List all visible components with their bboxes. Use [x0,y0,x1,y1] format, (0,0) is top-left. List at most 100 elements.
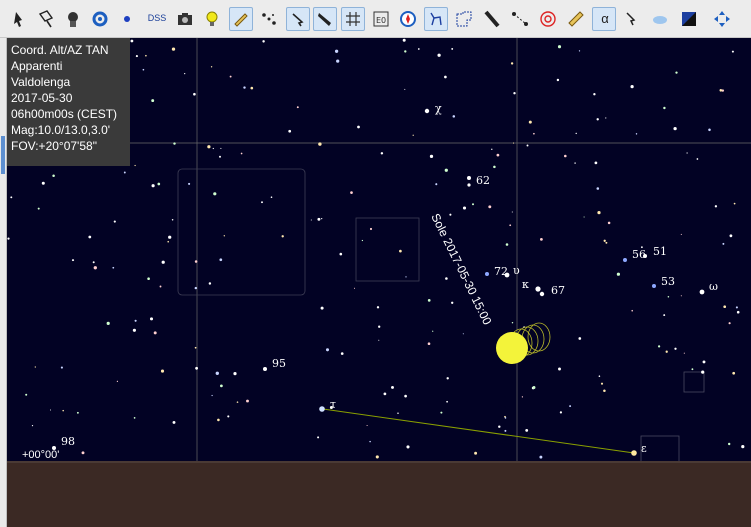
field-star [521,396,524,398]
field-star [211,394,213,397]
field-star [513,92,516,95]
pencil-icon [234,13,248,27]
field-star [213,192,217,196]
ecliptic-button[interactable] [508,7,532,31]
star-56[interactable] [623,258,627,262]
target-button[interactable] [536,7,560,31]
field-star [184,73,186,75]
field-star [493,165,496,169]
field-star [261,201,263,204]
alpha-button[interactable]: α [592,7,616,31]
alpha-cursor-button[interactable] [620,7,644,31]
star-95[interactable] [263,367,267,371]
field-star [173,142,176,145]
star-omega[interactable] [699,289,705,295]
dss-button[interactable]: DSS [144,7,168,31]
field-star [375,455,379,459]
camera-icon [178,13,192,25]
field-star [195,366,199,370]
field-star [449,213,452,216]
target-icon [540,11,556,27]
move-button[interactable] [710,7,734,31]
label-upsilon: υ [513,264,520,277]
field-star [320,306,324,310]
bulb-button[interactable] [200,7,224,31]
field-star [317,217,321,221]
field-star [157,182,161,186]
grid-button[interactable] [341,7,365,31]
head-silhouette-icon [68,12,78,27]
field-star [88,235,92,239]
telescope-icon [318,13,331,26]
sync-button[interactable] [88,7,112,31]
dot-button[interactable] [115,7,139,31]
eq-grid-button[interactable]: E0 [369,7,393,31]
field-star [262,40,265,43]
blue-dot-icon [124,16,130,22]
field-star [440,411,443,414]
sun-disk [496,332,528,364]
constellation-button[interactable] [424,7,448,31]
field-star [159,285,162,288]
star-62[interactable] [467,176,471,180]
boundaries-button[interactable] [452,7,476,31]
star-tau[interactable] [319,406,325,412]
contrast-button[interactable] [677,7,701,31]
sun-label: Sole 2017-05-30 15:00 [428,211,494,327]
field-star [445,277,448,280]
boundaries-icon [456,11,472,27]
field-star [708,128,711,132]
catalog-frame [355,217,420,282]
field-star [631,309,633,312]
field-star [52,174,55,178]
ruler-button[interactable] [564,7,588,31]
cloud-button[interactable] [648,7,672,31]
field-star [246,399,249,403]
field-star [220,384,223,388]
toolbar: DSS E0 α [0,0,751,38]
field-star [250,86,254,90]
star-72[interactable] [485,272,489,276]
stars-button[interactable] [257,7,281,31]
field-star [113,220,116,223]
star-67[interactable] [539,291,545,297]
label-62: 62 [476,174,490,187]
star-53[interactable] [652,284,656,288]
star-chi[interactable] [424,108,430,114]
select-button[interactable] [286,7,310,31]
compass-button[interactable] [396,7,420,31]
field-star [281,235,284,238]
field-star [723,305,727,309]
alpha-cursor-icon [626,12,636,26]
star-epsilon[interactable] [631,450,637,456]
star-kappa[interactable] [535,286,541,292]
lightbulb-icon [206,11,218,26]
label-chi: χ [435,102,442,115]
camera-button[interactable] [173,7,197,31]
field-star [451,301,454,304]
milky-way-button[interactable] [480,7,504,31]
telescope-button[interactable] [313,7,337,31]
pointer-box-button[interactable] [34,7,58,31]
field-star [219,155,221,158]
field-star [215,371,219,375]
field-star [380,152,384,155]
field-star [532,386,536,389]
field-star [444,168,448,172]
svg-text:E0: E0 [376,16,386,25]
field-star [151,99,155,103]
field-star [509,224,512,227]
field-star [325,348,330,352]
field-star [727,442,731,446]
figure-button[interactable] [61,7,85,31]
field-star [350,191,353,194]
sun-marker[interactable] [496,322,551,364]
cursor-button[interactable] [7,7,31,31]
field-star [391,385,394,389]
field-star [378,325,381,328]
field-star [318,142,322,146]
field-star [667,296,670,298]
star-62b[interactable] [467,183,471,187]
pencil-button[interactable] [229,7,253,31]
field-star [491,148,493,150]
